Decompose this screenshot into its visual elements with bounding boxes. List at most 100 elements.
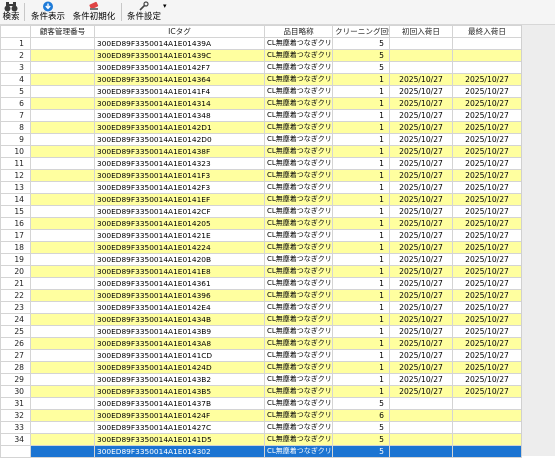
cleaning-count-cell[interactable]: 1 — [332, 313, 390, 326]
table-row[interactable]: 5 300ED89F3350014A1E0141F4CL無塵着つなぎクリーニング1… — [0, 85, 522, 98]
item-name-cell[interactable]: CL無塵着つなぎクリーニング — [264, 265, 333, 278]
reset-conditions-button[interactable]: 条件初期化 — [70, 0, 118, 24]
customer-number-cell[interactable] — [30, 49, 95, 62]
customer-number-cell[interactable] — [30, 229, 95, 242]
column-header[interactable]: 最終入荷日 — [452, 25, 522, 38]
first-arrival-cell[interactable]: 2025/10/27 — [389, 73, 453, 86]
first-arrival-cell[interactable]: 2025/10/27 — [389, 337, 453, 350]
last-arrival-cell[interactable] — [452, 433, 522, 446]
cleaning-count-cell[interactable]: 5 — [332, 61, 390, 74]
ic-tag-cell[interactable]: 300ED89F3350014A1E01424D — [94, 361, 265, 374]
first-arrival-cell[interactable]: 2025/10/27 — [389, 301, 453, 314]
ic-tag-cell[interactable]: 300ED89F3350014A1E0143B2 — [94, 373, 265, 386]
table-row[interactable]: 6 300ED89F3350014A1E014314CL無塵着つなぎクリーニング1… — [0, 97, 522, 110]
ic-tag-cell[interactable]: 300ED89F3350014A1E0141E8 — [94, 265, 265, 278]
last-arrival-cell[interactable] — [452, 397, 522, 410]
first-arrival-cell[interactable]: 2025/10/27 — [389, 121, 453, 134]
item-name-cell[interactable]: CL無塵着つなぎクリーニング — [264, 205, 333, 218]
customer-number-cell[interactable] — [30, 61, 95, 74]
ic-tag-cell[interactable]: 300ED89F3350014A1E014323 — [94, 157, 265, 170]
first-arrival-cell[interactable]: 2025/10/27 — [389, 349, 453, 362]
item-name-cell[interactable]: CL無塵着つなぎクリーニング — [264, 409, 333, 422]
first-arrival-cell[interactable]: 2025/10/27 — [389, 169, 453, 182]
table-row[interactable]: 24 300ED89F3350014A1E01434BCL無塵着つなぎクリーニング… — [0, 313, 522, 326]
ic-tag-cell[interactable]: 300ED89F3350014A1E0143A8 — [94, 337, 265, 350]
table-row[interactable]: 21 300ED89F3350014A1E014361CL無塵着つなぎクリーニング… — [0, 277, 522, 290]
customer-number-cell[interactable] — [30, 253, 95, 266]
first-arrival-cell[interactable]: 2025/10/27 — [389, 229, 453, 242]
ic-tag-cell[interactable]: 300ED89F3350014A1E014205 — [94, 217, 265, 230]
ic-tag-cell[interactable]: 300ED89F3350014A1E014364 — [94, 73, 265, 86]
cleaning-count-cell[interactable]: 1 — [332, 85, 390, 98]
ic-tag-cell[interactable]: 300ED89F3350014A1E01434B — [94, 313, 265, 326]
first-arrival-cell[interactable] — [389, 421, 453, 434]
ic-tag-cell[interactable]: 300ED89F3350014A1E0141CD — [94, 349, 265, 362]
item-name-cell[interactable]: CL無塵着つなぎクリーニング — [264, 313, 333, 326]
customer-number-cell[interactable] — [30, 145, 95, 158]
customer-number-cell[interactable] — [30, 265, 95, 278]
ic-tag-cell[interactable]: 300ED89F3350014A1E01438F — [94, 145, 265, 158]
ic-tag-cell[interactable]: 300ED89F3350014A1E014396 — [94, 289, 265, 302]
item-name-cell[interactable]: CL無塵着つなぎクリーニング — [264, 121, 333, 134]
ic-tag-cell[interactable]: 300ED89F3350014A1E01437B — [94, 397, 265, 410]
last-arrival-cell[interactable]: 2025/10/27 — [452, 385, 522, 398]
ic-tag-cell[interactable]: 300ED89F3350014A1E0142CF — [94, 205, 265, 218]
customer-number-cell[interactable] — [30, 349, 95, 362]
table-row[interactable]: 10 300ED89F3350014A1E01438FCL無塵着つなぎクリーニング… — [0, 145, 522, 158]
cleaning-count-cell[interactable]: 5 — [332, 49, 390, 62]
table-row[interactable]: 18 300ED89F3350014A1E014224CL無塵着つなぎクリーニング… — [0, 241, 522, 254]
condition-settings-button[interactable]: 条件設定 — [124, 0, 164, 24]
table-row[interactable]: 11 300ED89F3350014A1E014323CL無塵着つなぎクリーニング… — [0, 157, 522, 170]
item-name-cell[interactable]: CL無塵着つなぎクリーニング — [264, 145, 333, 158]
first-arrival-cell[interactable]: 2025/10/27 — [389, 217, 453, 230]
last-arrival-cell[interactable]: 2025/10/27 — [452, 109, 522, 122]
first-arrival-cell[interactable] — [389, 49, 453, 62]
customer-number-cell[interactable] — [30, 109, 95, 122]
first-arrival-cell[interactable]: 2025/10/27 — [389, 181, 453, 194]
table-row[interactable]: 17 300ED89F3350014A1E01421ECL無塵着つなぎクリーニング… — [0, 229, 522, 242]
customer-number-cell[interactable] — [30, 241, 95, 254]
table-row[interactable]: 22 300ED89F3350014A1E014396CL無塵着つなぎクリーニング… — [0, 289, 522, 302]
last-arrival-cell[interactable] — [452, 61, 522, 74]
ic-tag-cell[interactable]: 300ED89F3350014A1E0142D0 — [94, 133, 265, 146]
cleaning-count-cell[interactable]: 1 — [332, 133, 390, 146]
table-row[interactable]: 30 300ED89F3350014A1E0143B5CL無塵着つなぎクリーニング… — [0, 385, 522, 398]
first-arrival-cell[interactable]: 2025/10/27 — [389, 265, 453, 278]
first-arrival-cell[interactable] — [389, 397, 453, 410]
customer-number-cell[interactable] — [30, 385, 95, 398]
item-name-cell[interactable]: CL無塵着つなぎクリーニング — [264, 301, 333, 314]
cleaning-count-cell[interactable]: 5 — [332, 433, 390, 446]
cleaning-count-cell[interactable]: 1 — [332, 265, 390, 278]
cleaning-count-cell[interactable]: 1 — [332, 385, 390, 398]
ic-tag-cell[interactable]: 300ED89F3350014A1E01439A — [94, 37, 265, 50]
last-arrival-cell[interactable]: 2025/10/27 — [452, 277, 522, 290]
table-row[interactable]: 26 300ED89F3350014A1E0143A8CL無塵着つなぎクリーニング… — [0, 337, 522, 350]
table-row[interactable]: 23 300ED89F3350014A1E0142E4CL無塵着つなぎクリーニング… — [0, 301, 522, 314]
item-name-cell[interactable]: CL無塵着つなぎクリーニング — [264, 169, 333, 182]
first-arrival-cell[interactable] — [389, 409, 453, 422]
cleaning-count-cell[interactable]: 1 — [332, 169, 390, 182]
last-arrival-cell[interactable]: 2025/10/27 — [452, 157, 522, 170]
customer-number-cell[interactable] — [30, 193, 95, 206]
cleaning-count-cell[interactable]: 1 — [332, 325, 390, 338]
customer-number-cell[interactable] — [30, 97, 95, 110]
first-arrival-cell[interactable]: 2025/10/27 — [389, 205, 453, 218]
item-name-cell[interactable]: CL無塵着つなぎクリーニング — [264, 157, 333, 170]
first-arrival-cell[interactable]: 2025/10/27 — [389, 313, 453, 326]
search-button[interactable]: 検索 — [0, 0, 22, 24]
customer-number-cell[interactable] — [30, 73, 95, 86]
customer-number-cell[interactable] — [30, 277, 95, 290]
cleaning-count-cell[interactable]: 1 — [332, 205, 390, 218]
last-arrival-cell[interactable]: 2025/10/27 — [452, 193, 522, 206]
ic-tag-cell[interactable]: 300ED89F3350014A1E0143B9 — [94, 325, 265, 338]
ic-tag-cell[interactable]: 300ED89F3350014A1E0142D1 — [94, 121, 265, 134]
last-arrival-cell[interactable] — [452, 421, 522, 434]
last-arrival-cell[interactable]: 2025/10/27 — [452, 253, 522, 266]
item-name-cell[interactable]: CL無塵着つなぎクリーニング — [264, 49, 333, 62]
last-arrival-cell[interactable] — [452, 49, 522, 62]
cleaning-count-cell[interactable]: 1 — [332, 289, 390, 302]
item-name-cell[interactable]: CL無塵着つなぎクリーニング — [264, 61, 333, 74]
ic-tag-cell[interactable]: 300ED89F3350014A1E0141EF — [94, 193, 265, 206]
ic-tag-cell[interactable]: 300ED89F3350014A1E014348 — [94, 109, 265, 122]
last-arrival-cell[interactable]: 2025/10/27 — [452, 337, 522, 350]
